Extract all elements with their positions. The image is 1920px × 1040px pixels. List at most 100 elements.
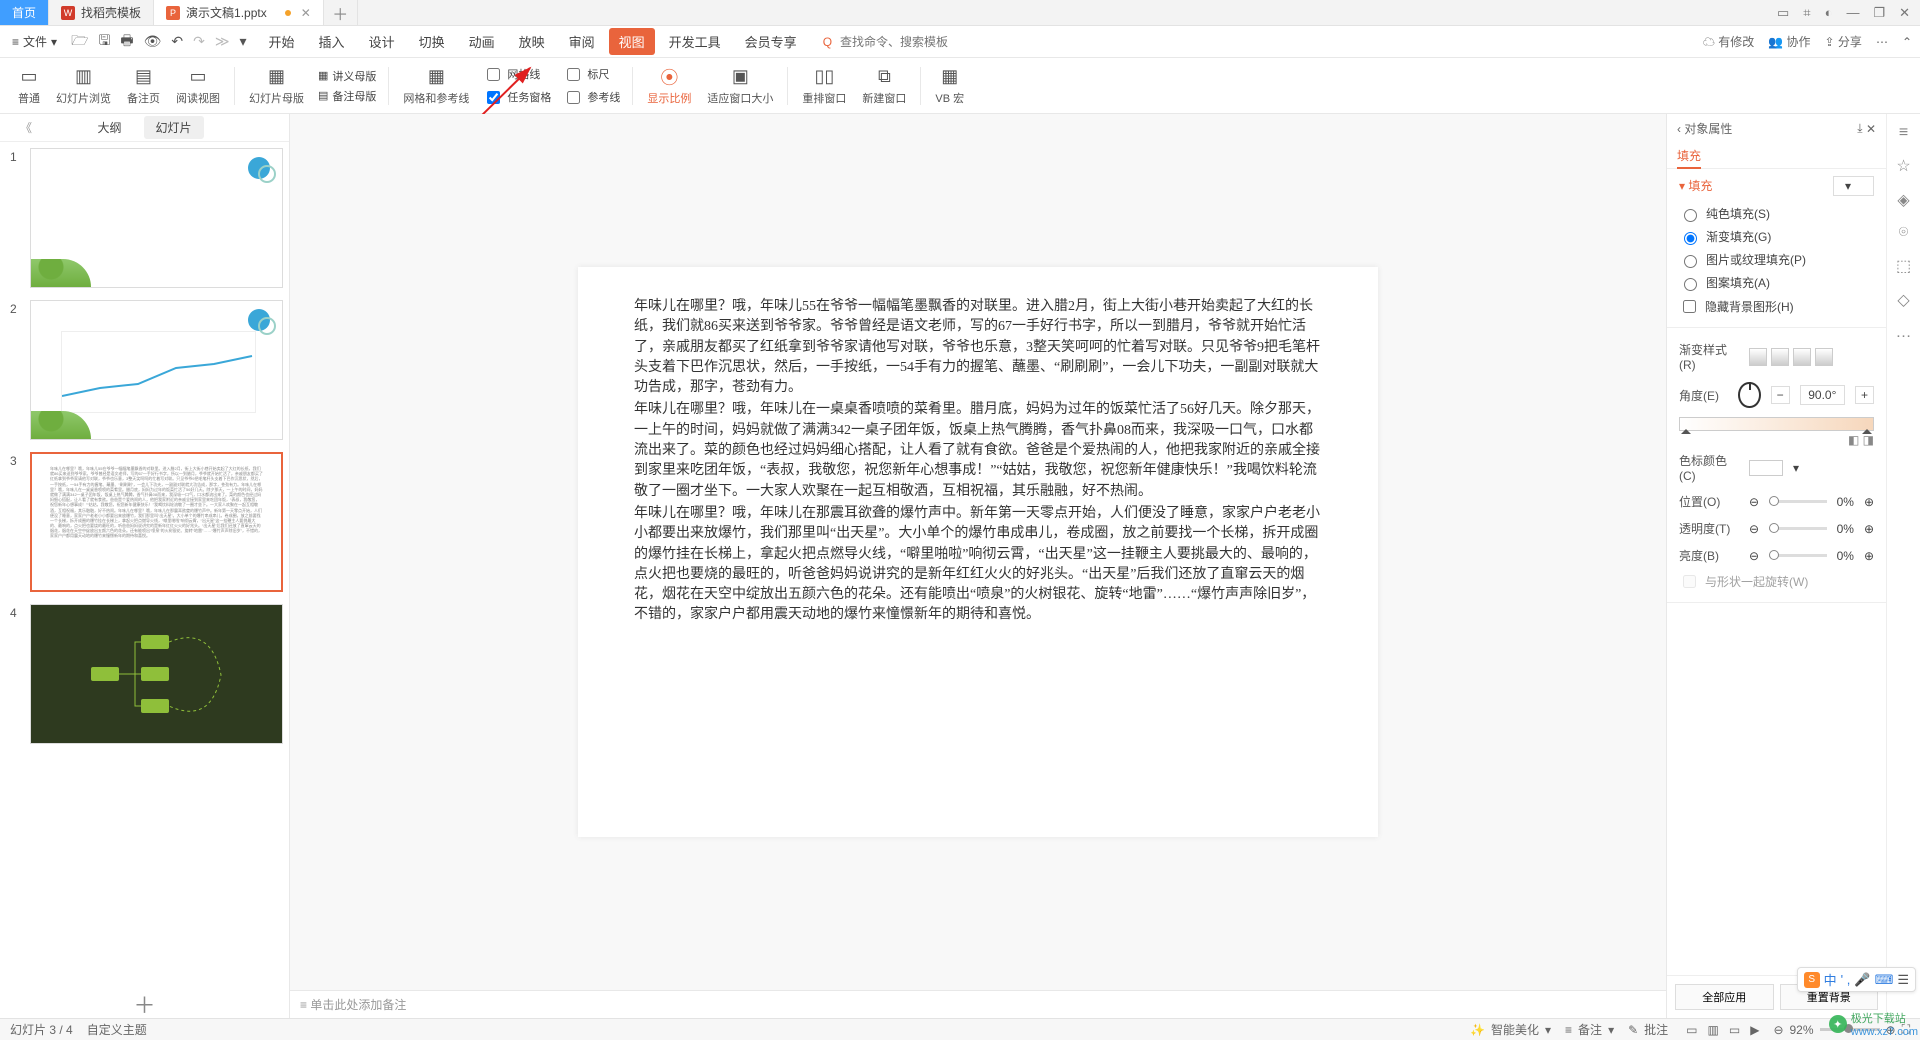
app-grid-icon[interactable]: ⌗	[1803, 5, 1810, 21]
thumbnail-1[interactable]: 1	[0, 142, 289, 294]
menu-view[interactable]: 视图	[609, 28, 655, 55]
preview-icon[interactable]: 👁	[144, 33, 162, 50]
trans-dec[interactable]: ⊖	[1749, 522, 1759, 536]
menu-design[interactable]: 设计	[359, 28, 405, 55]
maximize-icon[interactable]: ❐	[1873, 5, 1885, 21]
status-theme[interactable]: 自定义主题	[87, 1021, 147, 1038]
tab-slides[interactable]: 幻灯片	[144, 116, 204, 139]
thumbnail-3[interactable]: 3 年味儿在哪里？哦，年味儿55在爷爷一幅幅笔墨飘香的对联里。进入腊2月，街上大…	[0, 446, 289, 598]
trans-inc[interactable]: ⊕	[1864, 522, 1874, 536]
menu-review[interactable]: 审阅	[559, 28, 605, 55]
cloud-changes[interactable]: ☁ 有修改	[1703, 33, 1754, 50]
angle-inc[interactable]: +	[1855, 386, 1874, 404]
rail-star-icon[interactable]: ☆	[1896, 156, 1910, 176]
open-icon[interactable]: 🗁	[71, 30, 88, 54]
fill-pattern[interactable]: 图案填充(A)	[1679, 271, 1874, 294]
menu-chevron-icon[interactable]: ⌃	[1902, 35, 1912, 49]
command-search[interactable]: Q	[823, 34, 998, 50]
new-window[interactable]: ⧉新建窗口	[854, 66, 914, 106]
gradient-bar[interactable]	[1679, 417, 1874, 431]
grad-style-presets[interactable]	[1749, 348, 1833, 366]
ime-punct[interactable]: ' ,	[1841, 972, 1851, 987]
arrange-windows[interactable]: ▯▯重排窗口	[794, 66, 854, 106]
pos-dec[interactable]: ⊖	[1749, 495, 1759, 509]
angle-dec[interactable]: −	[1771, 386, 1790, 404]
color-dropdown-icon[interactable]: ▾	[1793, 461, 1799, 475]
collab-button[interactable]: 👥 协作	[1768, 33, 1810, 50]
thumbnail-2[interactable]: 2	[0, 294, 289, 446]
color-swatch[interactable]	[1749, 460, 1783, 476]
qat-dropdown-icon[interactable]: ▾	[240, 33, 247, 50]
rail-shape-icon[interactable]: ◈	[1897, 190, 1909, 210]
menu-file[interactable]: ≡ 文件 ▾	[8, 31, 61, 52]
menu-vip[interactable]: 会员专享	[735, 28, 807, 55]
rail-settings-icon[interactable]: ≡	[1899, 124, 1908, 142]
close-tab-icon[interactable]: ✕	[301, 6, 311, 20]
rp-pin-icon[interactable]: ⤓	[1857, 121, 1862, 136]
vb-macro[interactable]: ▦VB 宏	[927, 66, 972, 106]
pos-inc[interactable]: ⊕	[1864, 495, 1874, 509]
grad-add-stop-icon[interactable]: ◧	[1848, 433, 1859, 447]
share-button[interactable]: ⇪ 分享	[1825, 33, 1862, 50]
grid-guides[interactable]: ▦网格和参考线	[395, 66, 477, 106]
menu-devtools[interactable]: 开发工具	[659, 28, 731, 55]
fill-hide-bg[interactable]: 隐藏背景图形(H)	[1679, 294, 1874, 319]
rp-collapse-icon[interactable]: ‹	[1677, 122, 1681, 136]
tab-document[interactable]: P 演示文稿1.pptx ✕	[154, 0, 324, 25]
undo-icon[interactable]: ↶	[171, 33, 183, 50]
guides-checkbox[interactable]: 参考线	[563, 88, 620, 107]
view-reading[interactable]: ▭阅读视图	[168, 66, 228, 106]
new-tab-button[interactable]: ＋	[324, 0, 358, 25]
theme-icon[interactable]: ◐	[1825, 5, 1833, 20]
view-normal-btn[interactable]: ▭	[1686, 1023, 1697, 1037]
rp-tab-fill[interactable]: 填充	[1677, 149, 1701, 169]
bright-dec[interactable]: ⊖	[1749, 549, 1759, 563]
rail-diamond-icon[interactable]: ◇	[1897, 290, 1909, 310]
status-notes[interactable]: ≡ 备注 ▾	[1565, 1021, 1614, 1038]
view-normal[interactable]: ▭普通	[10, 66, 48, 106]
menu-animation[interactable]: 动画	[459, 28, 505, 55]
fit-window[interactable]: ▣适应窗口大小	[699, 66, 781, 106]
ruler-checkbox[interactable]: 标尺	[563, 65, 620, 84]
bright-slider[interactable]	[1769, 554, 1827, 557]
zoom-ratio[interactable]: ⦿显示比例	[639, 66, 699, 106]
apply-all-button[interactable]: 全部应用	[1675, 984, 1774, 1010]
slide-canvas[interactable]: 年味儿在哪里？哦，年味儿55在爷爷一幅幅笔墨飘香的对联里。进入腊2月，街上大街小…	[578, 267, 1378, 837]
view-slideshow-btn[interactable]: ▶	[1750, 1023, 1759, 1037]
tab-outline[interactable]: 大纲	[85, 116, 133, 139]
save-icon[interactable]: 🖫	[98, 30, 110, 54]
angle-knob[interactable]	[1738, 382, 1760, 408]
notes-area[interactable]: ≡ 单击此处添加备注	[290, 990, 1666, 1018]
search-input[interactable]	[838, 34, 998, 50]
view-sorter[interactable]: ▥幻灯片浏览	[48, 66, 119, 106]
fill-gradient[interactable]: 渐变填充(G)	[1679, 225, 1874, 248]
add-slide-button[interactable]: ＋	[0, 988, 289, 1018]
ime-mic-icon[interactable]: 🎤	[1854, 972, 1870, 988]
zoom-value[interactable]: 92%	[1790, 1023, 1814, 1037]
view-reading-btn[interactable]: ▭	[1729, 1023, 1740, 1037]
rp-close-icon[interactable]: ✕	[1866, 122, 1876, 136]
rail-template-icon[interactable]: ⬚	[1896, 256, 1911, 276]
bright-inc[interactable]: ⊕	[1864, 549, 1874, 563]
menu-insert[interactable]: 插入	[309, 28, 355, 55]
menu-start[interactable]: 开始	[259, 28, 305, 55]
rail-target-icon[interactable]: ⌾	[1899, 224, 1909, 242]
ime-menu-icon[interactable]: ☰	[1897, 972, 1909, 988]
trans-slider[interactable]	[1769, 527, 1827, 530]
grid-checkbox[interactable]: 网格线	[483, 65, 551, 84]
minimize-icon[interactable]: —	[1846, 5, 1859, 20]
pos-slider[interactable]	[1769, 500, 1827, 503]
menu-slideshow[interactable]: 放映	[509, 28, 555, 55]
window-mode-icon[interactable]: ▭	[1777, 5, 1789, 21]
slide-master[interactable]: ▦幻灯片母版	[241, 66, 312, 106]
fill-solid[interactable]: 纯色填充(S)	[1679, 202, 1874, 225]
more-menu-icon[interactable]: ⋯	[1876, 35, 1888, 49]
rail-more-icon[interactable]: …	[1896, 324, 1912, 342]
status-comments[interactable]: ✎ 批注	[1628, 1021, 1668, 1038]
taskpane-checkbox[interactable]: 任务窗格	[483, 88, 551, 107]
angle-value[interactable]: 90.0°	[1800, 385, 1845, 405]
redo-icon[interactable]: ↷	[193, 33, 205, 50]
more-qat-icon[interactable]: ≫	[215, 33, 230, 50]
fill-picture[interactable]: 图片或纹理填充(P)	[1679, 248, 1874, 271]
menu-transition[interactable]: 切换	[409, 28, 455, 55]
